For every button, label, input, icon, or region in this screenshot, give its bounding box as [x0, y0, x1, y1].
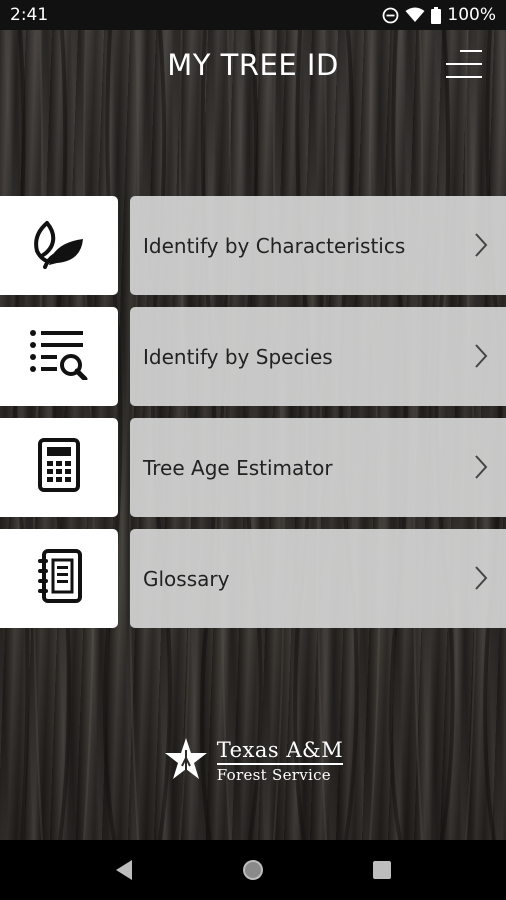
menu-item-label: Identify by Species: [143, 344, 333, 369]
menu-item-icon-box[interactable]: [0, 529, 118, 628]
chevron-right-icon: [474, 232, 488, 263]
menu-item-tree-age-estimator[interactable]: Tree Age Estimator: [0, 418, 506, 518]
menu-item-icon-box[interactable]: [0, 196, 118, 295]
menu-item-label-box[interactable]: Glossary: [130, 529, 506, 628]
wifi-icon: [405, 7, 425, 23]
chevron-right-icon: [474, 565, 488, 596]
logo-line2: Forest Service: [216, 766, 331, 784]
texas-am-forest-service-logo: Texas A&M Forest Service: [0, 736, 506, 786]
logo-line1: Texas A&M: [216, 738, 344, 762]
menu-item-label: Tree Age Estimator: [143, 455, 333, 480]
menu-item-icon-box[interactable]: [0, 418, 118, 517]
hamburger-menu-icon[interactable]: [446, 50, 482, 78]
chevron-right-icon: [474, 343, 488, 374]
app-header: MY TREE ID: [0, 30, 506, 100]
menu-item-label: Glossary: [143, 566, 230, 591]
menu-item-label-box[interactable]: Identify by Characteristics: [130, 196, 506, 295]
status-icons: 100%: [382, 5, 496, 25]
back-icon[interactable]: [104, 850, 144, 890]
status-time: 2:41: [10, 5, 49, 25]
star-logo-icon: [163, 736, 209, 787]
menu-item-identify-by-characteristics[interactable]: Identify by Characteristics: [0, 196, 506, 296]
system-nav-bar: [0, 840, 506, 900]
recents-icon[interactable]: [362, 850, 402, 890]
status-bar: 2:41 100%: [0, 0, 506, 30]
notebook-icon: [36, 549, 82, 608]
chevron-right-icon: [474, 454, 488, 485]
battery-icon: [431, 6, 442, 24]
page-title: MY TREE ID: [167, 48, 339, 82]
battery-percent: 100%: [447, 5, 496, 25]
menu-item-label: Identify by Characteristics: [143, 233, 406, 258]
do-not-disturb-icon: [382, 7, 399, 24]
calculator-icon: [38, 438, 80, 497]
logo-divider: [216, 763, 344, 765]
main-menu: Identify by Characteristics Identify by …: [0, 196, 506, 640]
menu-item-icon-box[interactable]: [0, 307, 118, 406]
menu-item-label-box[interactable]: Tree Age Estimator: [130, 418, 506, 517]
menu-item-glossary[interactable]: Glossary: [0, 529, 506, 629]
leaf-icon: [31, 217, 87, 274]
menu-item-identify-by-species[interactable]: Identify by Species: [0, 307, 506, 407]
home-icon[interactable]: [233, 850, 273, 890]
menu-item-label-box[interactable]: Identify by Species: [130, 307, 506, 406]
logo-wordmark: Texas A&M Forest Service: [216, 738, 344, 784]
list-search-icon: [29, 328, 89, 385]
